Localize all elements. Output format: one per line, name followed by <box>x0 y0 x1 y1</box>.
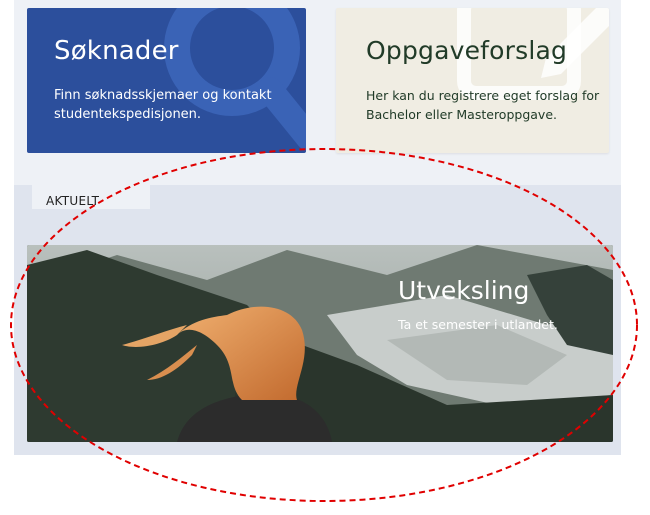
soknader-title: Søknader <box>54 36 179 66</box>
document-edit-icon <box>457 8 609 100</box>
tab-aktuelt[interactable]: AKTUELT <box>32 179 150 209</box>
banner-title: Utveksling <box>398 276 530 305</box>
soknader-description: Finn søknadsskjemaer og kontakt studente… <box>54 88 272 122</box>
oppgaveforslag-description: Her kan du registrere eget forslag for B… <box>366 88 600 122</box>
banner-subtitle: Ta et semester i utlandet. <box>398 317 558 332</box>
magnifier-icon <box>164 8 306 151</box>
utveksling-banner[interactable]: Utveksling Ta et semester i utlandet. <box>27 245 613 442</box>
banner-image <box>27 245 613 442</box>
oppgaveforslag-title: Oppgaveforslag <box>366 36 568 65</box>
soknader-card[interactable]: Søknader Finn søknadsskjemaer og kontakt… <box>27 8 306 153</box>
oppgaveforslag-card[interactable]: Oppgaveforslag Her kan du registrere ege… <box>336 8 609 153</box>
